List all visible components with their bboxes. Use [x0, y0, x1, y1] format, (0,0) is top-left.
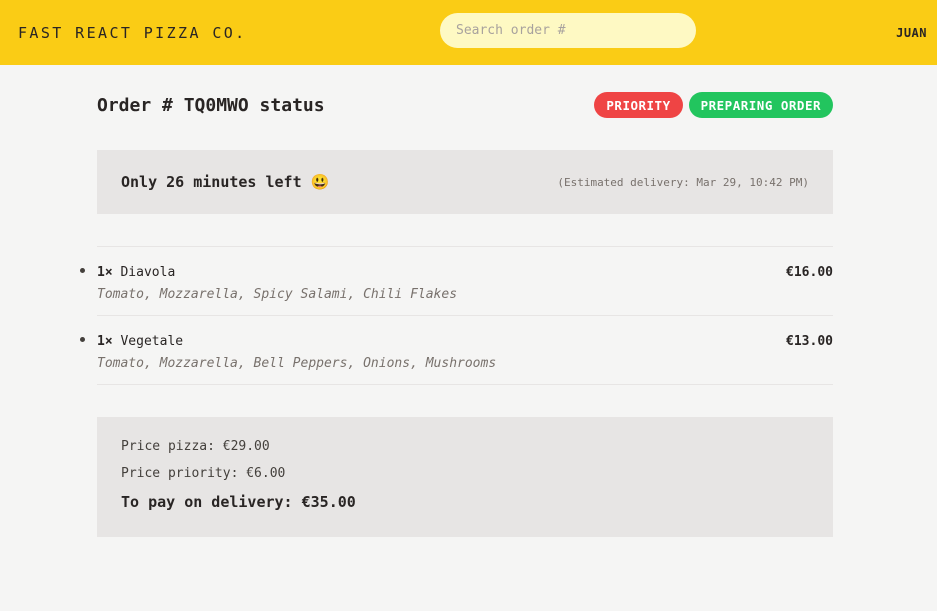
order-totals: Price pizza: €29.00 Price priority: €6.0…	[97, 417, 833, 537]
price-priority: Price priority: €6.00	[121, 466, 286, 481]
item-label: 1× Diavola	[97, 265, 175, 280]
price-pizza: Price pizza: €29.00	[121, 439, 270, 454]
priority-badge: PRIORITY	[594, 92, 683, 118]
item-line: 1× Vegetale €13.00	[97, 334, 833, 349]
item-name: Diavola	[120, 265, 176, 280]
logo-link[interactable]: FAST REACT PIZZA CO.	[18, 24, 247, 42]
item-quantity: 1×	[97, 265, 113, 280]
order-title-row: Order # TQ0MWO status PRIORITY PREPARING…	[97, 92, 833, 118]
item-ingredients: Tomato, Mozzarella, Spicy Salami, Chili …	[97, 287, 458, 302]
app-header: FAST REACT PIZZA CO. JUAN	[0, 0, 937, 65]
item-line: 1× Diavola €16.00	[97, 265, 833, 280]
order-items-list: 1× Diavola €16.00 Tomato, Mozzarella, Sp…	[97, 246, 833, 385]
item-price: €16.00	[786, 265, 833, 280]
item-quantity: 1×	[97, 334, 113, 349]
item-ingredients: Tomato, Mozzarella, Bell Peppers, Onions…	[97, 356, 497, 371]
minutes-left: Only 26 minutes left 😃	[121, 173, 330, 191]
search-order-input[interactable]	[440, 13, 696, 48]
item-label: 1× Vegetale	[97, 334, 183, 349]
list-item: 1× Diavola €16.00 Tomato, Mozzarella, Sp…	[97, 247, 833, 316]
item-price: €13.00	[786, 334, 833, 349]
to-pay-on-delivery: To pay on delivery: €35.00	[121, 493, 356, 511]
status-badges: PRIORITY PREPARING ORDER	[594, 92, 833, 118]
list-item: 1× Vegetale €13.00 Tomato, Mozzarella, B…	[97, 316, 833, 385]
delivery-countdown: Only 26 minutes left 😃 (Estimated delive…	[97, 150, 833, 214]
item-name: Vegetale	[120, 334, 184, 349]
username: JUAN	[896, 25, 927, 40]
estimated-delivery: (Estimated delivery: Mar 29, 10:42 PM)	[557, 175, 809, 189]
page-title: Order # TQ0MWO status	[97, 94, 325, 116]
status-badge: PREPARING ORDER	[688, 92, 833, 118]
